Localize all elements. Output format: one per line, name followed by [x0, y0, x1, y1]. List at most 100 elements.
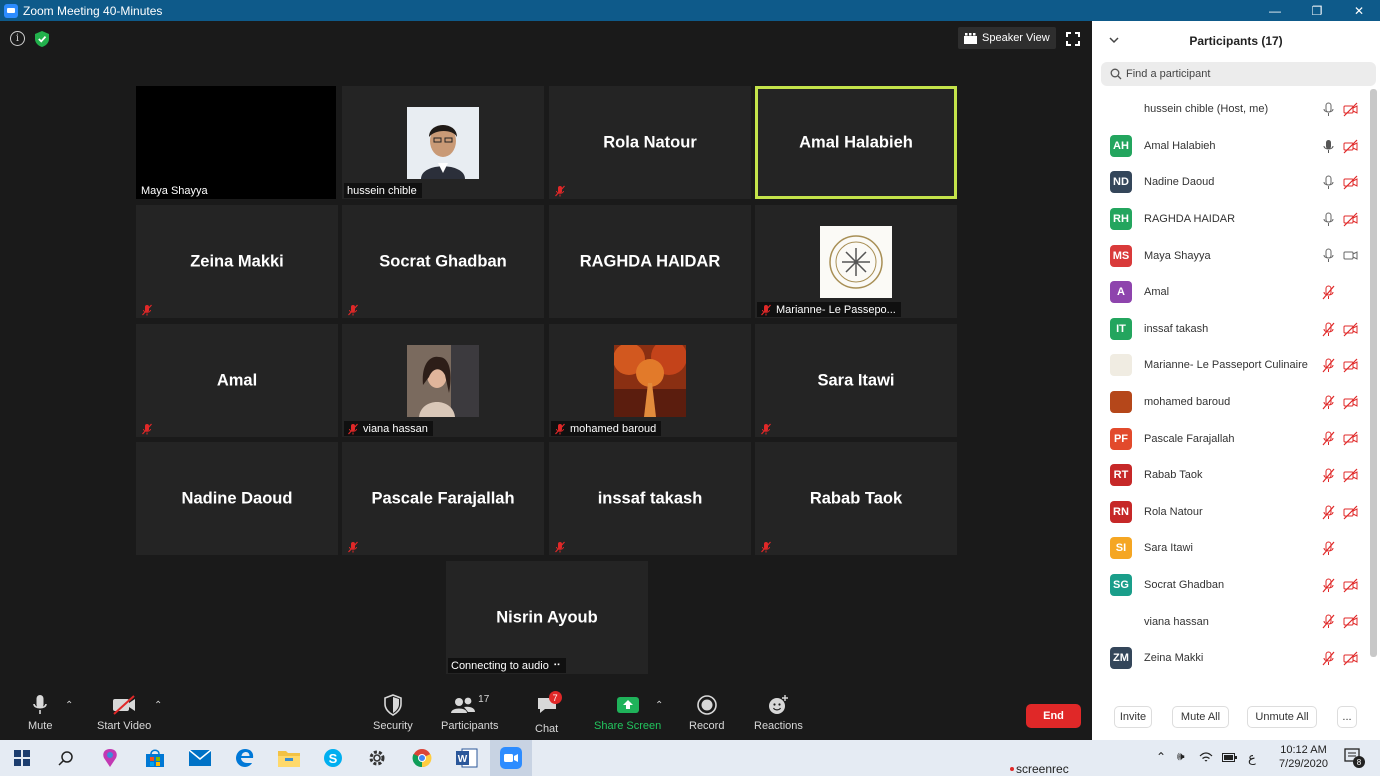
- video-off-icon: [1343, 578, 1358, 593]
- video-tile[interactable]: Pascale Farajallah: [342, 442, 544, 555]
- end-meeting-button[interactable]: End: [1026, 704, 1081, 728]
- video-tile[interactable]: Rabab Taok: [755, 442, 957, 555]
- participant-row[interactable]: MS Maya Shayya: [1092, 237, 1372, 274]
- muted-mic-icon[interactable]: [1321, 614, 1336, 629]
- wifi-icon[interactable]: [1199, 751, 1213, 763]
- video-tile[interactable]: hussein chible: [342, 86, 544, 199]
- muted-mic-icon[interactable]: [1321, 651, 1336, 666]
- participant-row[interactable]: RN Rola Natour: [1092, 494, 1372, 531]
- video-tile[interactable]: mohamed baroud: [549, 324, 751, 437]
- microphone-icon[interactable]: [1321, 139, 1336, 154]
- video-tile[interactable]: viana hassan: [342, 324, 544, 437]
- video-tile[interactable]: Nisrin Ayoub Connecting to audio ⠒: [446, 561, 648, 674]
- share-screen-button[interactable]: Share Screen: [594, 694, 661, 732]
- reactions-button[interactable]: Reactions: [754, 694, 803, 732]
- video-options-caret-icon[interactable]: ⌃: [154, 700, 162, 711]
- speaker-view-button[interactable]: Speaker View: [958, 27, 1056, 49]
- video-tile[interactable]: Zeina Makki: [136, 205, 338, 318]
- participant-row[interactable]: hussein chible (Host, me): [1092, 91, 1372, 128]
- participant-row[interactable]: Marianne- Le Passeport Culinaire: [1092, 347, 1372, 384]
- participants-button[interactable]: 17 Participants: [441, 694, 498, 732]
- info-icon[interactable]: i: [10, 31, 25, 46]
- participant-row[interactable]: viana hassan: [1092, 603, 1372, 640]
- mute-button[interactable]: Mute: [28, 694, 52, 732]
- muted-mic-icon[interactable]: [1321, 468, 1336, 483]
- video-tile[interactable]: Sara Itawi: [755, 324, 957, 437]
- microphone-icon[interactable]: [1321, 212, 1336, 227]
- battery-icon[interactable]: [1222, 753, 1237, 762]
- video-tile[interactable]: Socrat Ghadban: [342, 205, 544, 318]
- mute-all-button[interactable]: Mute All: [1172, 706, 1229, 728]
- participant-search-input[interactable]: Find a participant: [1101, 62, 1376, 86]
- video-tile[interactable]: inssaf takash: [549, 442, 751, 555]
- participant-row[interactable]: SI Sara Itawi: [1092, 530, 1372, 567]
- participant-row[interactable]: AH Amal Halabieh: [1092, 128, 1372, 165]
- video-tile[interactable]: Amal Halabieh: [755, 86, 957, 199]
- participant-row[interactable]: RT Rabab Taok: [1092, 457, 1372, 494]
- participant-avatar: RH: [1110, 208, 1132, 231]
- maximize-button[interactable]: ❐: [1296, 0, 1338, 21]
- word-icon[interactable]: W: [455, 746, 479, 770]
- profile-picture: [820, 225, 892, 298]
- file-explorer-icon[interactable]: [277, 746, 301, 770]
- skype-icon[interactable]: S: [321, 746, 345, 770]
- participant-row[interactable]: SG Socrat Ghadban: [1092, 567, 1372, 604]
- microphone-icon[interactable]: [1321, 102, 1336, 117]
- minimize-button[interactable]: —: [1254, 0, 1296, 21]
- fullscreen-icon[interactable]: [1066, 32, 1080, 46]
- volume-icon[interactable]: 🕪: [1177, 749, 1185, 764]
- settings-gear-icon[interactable]: [365, 746, 389, 770]
- share-options-caret-icon[interactable]: ⌃: [655, 700, 663, 711]
- video-tile[interactable]: Amal: [136, 324, 338, 437]
- windows-start-icon[interactable]: [10, 746, 34, 770]
- participant-row[interactable]: ND Nadine Daoud: [1092, 164, 1372, 201]
- muted-mic-icon[interactable]: [1321, 431, 1336, 446]
- participant-name-display: Amal Halabieh: [799, 133, 913, 151]
- security-button[interactable]: Security: [373, 694, 413, 732]
- muted-mic-icon[interactable]: [1321, 505, 1336, 520]
- input-language-indicator[interactable]: ع: [1248, 750, 1256, 766]
- edge-icon[interactable]: [233, 746, 257, 770]
- participant-row[interactable]: IT inssaf takash: [1092, 311, 1372, 348]
- clock[interactable]: 10:12 AM 7/29/2020: [1276, 743, 1331, 771]
- chrome-icon[interactable]: [410, 746, 434, 770]
- muted-mic-icon[interactable]: [1321, 285, 1336, 300]
- video-tile[interactable]: Rola Natour: [549, 86, 751, 199]
- mail-icon[interactable]: [188, 746, 212, 770]
- muted-mic-icon[interactable]: [1321, 358, 1336, 373]
- close-button[interactable]: ✕: [1338, 0, 1380, 21]
- microphone-icon[interactable]: [1321, 248, 1336, 263]
- video-tile[interactable]: Maya Shayya: [136, 86, 336, 199]
- unmute-all-button[interactable]: Unmute All: [1247, 706, 1317, 728]
- participant-list-scrollbar[interactable]: [1370, 89, 1377, 657]
- participant-initials: ZM: [1113, 652, 1129, 665]
- video-off-icon: [1343, 468, 1358, 483]
- participant-row[interactable]: mohamed baroud: [1092, 384, 1372, 421]
- show-hidden-icons-chevron[interactable]: ⌃: [1156, 750, 1166, 764]
- video-tile[interactable]: Nadine Daoud: [136, 442, 338, 555]
- invite-button[interactable]: Invite: [1114, 706, 1152, 728]
- start-video-button[interactable]: Start Video: [97, 694, 151, 732]
- muted-mic-icon[interactable]: [1321, 541, 1336, 556]
- video-tile[interactable]: Marianne- Le Passepo...: [755, 205, 957, 318]
- muted-mic-icon[interactable]: [1321, 322, 1336, 337]
- notification-center-icon[interactable]: 8: [1344, 748, 1366, 768]
- muted-mic-icon[interactable]: [1321, 578, 1336, 593]
- cortana-icon[interactable]: [98, 746, 122, 770]
- participant-row[interactable]: RH RAGHDA HAIDAR: [1092, 201, 1372, 238]
- chat-button[interactable]: 7 Chat: [535, 691, 562, 735]
- collapse-chevron-icon[interactable]: [1108, 34, 1120, 46]
- microphone-icon[interactable]: [1321, 175, 1336, 190]
- zoom-taskbar-icon[interactable]: [490, 740, 532, 776]
- store-icon[interactable]: [143, 746, 167, 770]
- encryption-shield-icon[interactable]: [35, 31, 49, 47]
- participant-row[interactable]: PF Pascale Farajallah: [1092, 420, 1372, 457]
- audio-options-caret-icon[interactable]: ⌃: [65, 700, 73, 711]
- participant-row[interactable]: ZM Zeina Makki: [1092, 640, 1372, 677]
- more-options-button[interactable]: ...: [1337, 706, 1357, 728]
- participant-row[interactable]: A Amal: [1092, 274, 1372, 311]
- muted-mic-icon[interactable]: [1321, 395, 1336, 410]
- record-button[interactable]: Record: [689, 694, 724, 732]
- video-tile[interactable]: RAGHDA HAIDAR: [549, 205, 751, 318]
- search-taskbar-icon[interactable]: [54, 746, 78, 770]
